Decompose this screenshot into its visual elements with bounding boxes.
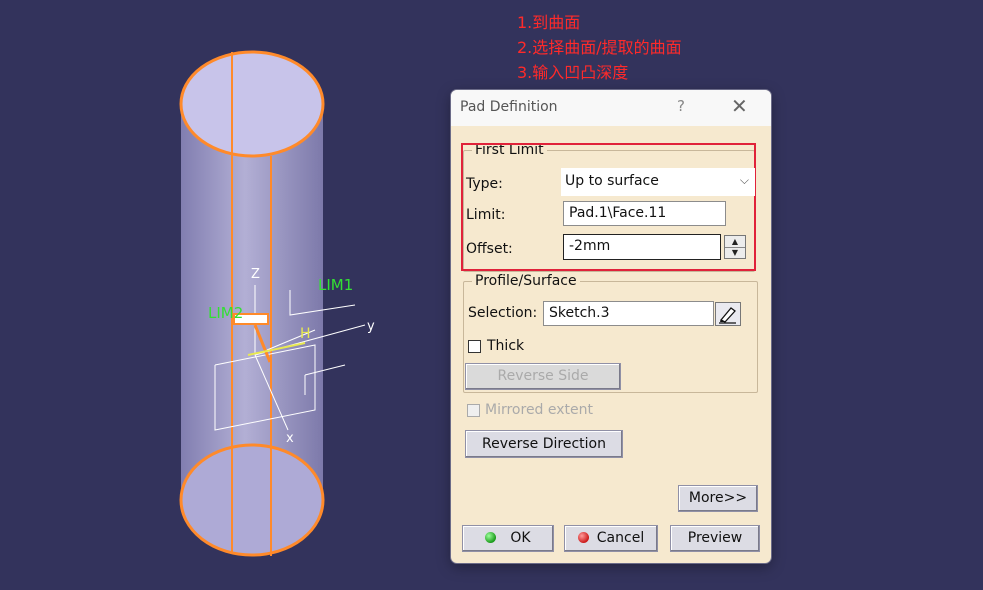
thick-checkbox[interactable] xyxy=(468,340,481,353)
arrow-down-icon[interactable]: ▼ xyxy=(725,247,745,258)
profile-surface-legend: Profile/Surface xyxy=(475,273,577,289)
type-dropdown[interactable]: Up to surface ⌵ xyxy=(561,168,755,196)
cancel-button[interactable]: Cancel xyxy=(564,525,658,552)
limit-label: Limit: xyxy=(466,207,506,223)
dialog-titlebar[interactable]: Pad Definition ? ✕ xyxy=(451,90,771,126)
instruction-step-3: 3.输入凹凸深度 xyxy=(517,63,629,82)
cylinder-body[interactable] xyxy=(179,50,325,557)
limit-field[interactable]: Pad.1\Face.11 xyxy=(563,201,726,226)
type-value: Up to surface xyxy=(565,173,659,189)
ok-label: OK xyxy=(510,530,531,546)
cylinder-top-face[interactable] xyxy=(179,50,325,158)
help-button[interactable]: ? xyxy=(677,97,685,115)
axis-label-x: x xyxy=(286,431,294,446)
axis-label-z: Z xyxy=(251,267,260,282)
axis-label-y: y xyxy=(367,319,375,334)
pad-definition-dialog: Pad Definition ? ✕ First Limit Type: Up … xyxy=(451,90,771,563)
edit-pencil-icon[interactable] xyxy=(715,302,741,326)
mirrored-extent-checkbox[interactable] xyxy=(467,404,480,417)
ok-button[interactable]: OK xyxy=(462,525,554,552)
dialog-title: Pad Definition xyxy=(460,99,558,115)
reverse-direction-button[interactable]: Reverse Direction xyxy=(465,430,623,458)
chevron-down-icon: ⌵ xyxy=(739,173,749,187)
lim2-label[interactable]: LIM2 xyxy=(208,304,243,322)
offset-label: Offset: xyxy=(466,241,513,257)
selection-label: Selection: xyxy=(468,305,538,321)
cylinder-bottom-face[interactable] xyxy=(179,443,325,557)
cancel-label: Cancel xyxy=(596,530,645,546)
more-button[interactable]: More>> xyxy=(678,485,758,512)
h-label: H xyxy=(300,326,311,342)
lim1-label[interactable]: LIM1 xyxy=(318,276,353,294)
selection-field[interactable]: Sketch.3 xyxy=(543,301,714,326)
instruction-step-1: 1.到曲面 xyxy=(517,13,581,32)
close-icon[interactable]: ✕ xyxy=(731,94,748,118)
mirrored-extent-label: Mirrored extent xyxy=(485,402,594,418)
offset-field[interactable]: -2mm xyxy=(563,234,721,260)
instruction-step-2: 2.选择曲面/提取的曲面 xyxy=(517,38,682,57)
instruction-notes: 1.到曲面 2.选择曲面/提取的曲面 3.输入凹凸深度 xyxy=(517,10,682,85)
red-dot-icon xyxy=(577,532,589,543)
thick-label: Thick xyxy=(487,338,525,354)
offset-spinner[interactable]: ▲ ▼ xyxy=(724,235,746,259)
type-label: Type: xyxy=(466,176,503,192)
preview-button[interactable]: Preview xyxy=(670,525,760,552)
green-dot-icon xyxy=(485,532,497,543)
reverse-side-button[interactable]: Reverse Side xyxy=(465,363,621,390)
